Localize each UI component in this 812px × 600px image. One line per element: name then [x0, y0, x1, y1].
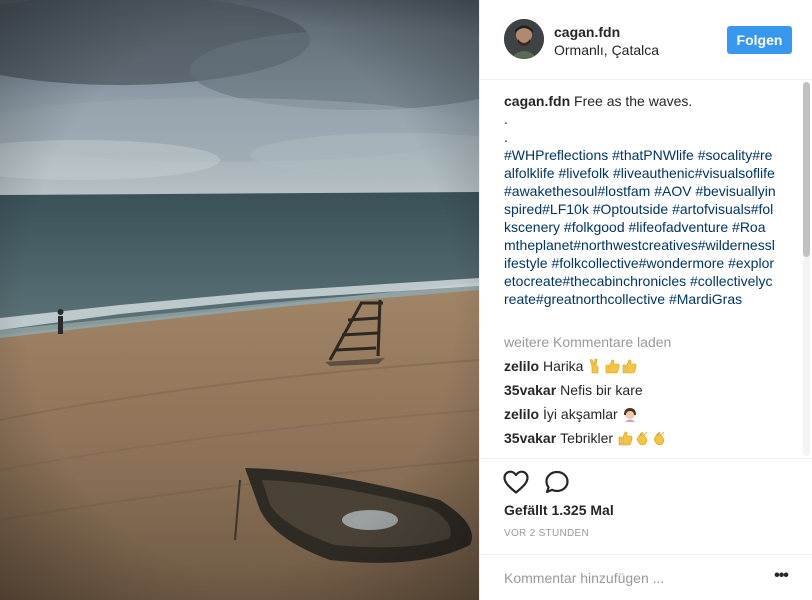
scrollbar-thumb[interactable] — [803, 82, 810, 257]
comment-button[interactable] — [543, 469, 571, 495]
comment-username[interactable]: zelilo — [504, 358, 539, 374]
user-avatar-image — [504, 19, 544, 59]
comment-text: Nefis bir kare — [560, 382, 643, 398]
like-button[interactable] — [502, 469, 530, 495]
comment-text: Harika — [543, 358, 584, 374]
comments-list[interactable]: cagan.fdn Free as the waves. . . #WHPref… — [480, 80, 812, 458]
victory-hand-emoji — [589, 358, 599, 374]
caption-hashtags[interactable]: #WHPreflections #thatPNWlife #socality#r… — [504, 147, 776, 307]
caption-dot: . — [504, 129, 508, 145]
load-more-comments-link[interactable]: weitere Kommentare laden — [504, 334, 671, 350]
speech-bubble-icon — [545, 470, 569, 494]
comment-username[interactable]: zelilo — [504, 406, 539, 422]
beach-photo-image — [0, 0, 479, 600]
post-timestamp[interactable]: VOR 2 STUNDEN — [504, 528, 589, 539]
comment-item: zelilo İyi akşamlar — [504, 405, 784, 423]
avatar[interactable] — [504, 19, 544, 59]
post-caption: cagan.fdn Free as the waves. . . #WHPref… — [504, 92, 776, 308]
comments-scrollbar[interactable] — [803, 82, 810, 456]
caption-dot: . — [504, 111, 508, 127]
post-side-panel: cagan.fdn Ormanlı, Çatalca Folgen cagan.… — [479, 0, 812, 600]
clapping-hands-emoji — [653, 431, 665, 446]
thumbs-up-emoji — [618, 431, 633, 446]
add-comment-bar: ••• — [480, 554, 812, 600]
comment-input[interactable] — [504, 567, 754, 589]
more-options-icon[interactable]: ••• — [770, 567, 792, 587]
heart-outline-icon — [503, 470, 529, 494]
post-header: cagan.fdn Ormanlı, Çatalca Folgen — [480, 0, 812, 80]
comment-username[interactable]: 35vakar — [504, 430, 556, 446]
caption-text: Free as the waves. — [574, 93, 693, 109]
thumbs-up-emoji — [606, 359, 620, 374]
comment-text: İyi akşamlar — [543, 406, 618, 422]
thumbs-up-emoji — [623, 359, 637, 374]
caption-username[interactable]: cagan.fdn — [504, 93, 570, 109]
comment-item: zelilo Harika — [504, 357, 784, 375]
woman-raising-hand-emoji — [623, 408, 636, 422]
comment-text: Tebrikler — [560, 430, 614, 446]
post-location[interactable]: Ormanlı, Çatalca — [554, 42, 659, 58]
post-photo[interactable] — [0, 0, 479, 600]
comment-item: 35vakar Tebrikler — [504, 429, 784, 447]
post-actions: Gefällt 1.325 Mal VOR 2 STUNDEN — [480, 458, 812, 554]
post-username[interactable]: cagan.fdn — [554, 24, 620, 40]
comment-username[interactable]: 35vakar — [504, 382, 556, 398]
comment-item: 35vakar Nefis bir kare — [504, 381, 784, 399]
likes-count[interactable]: Gefällt 1.325 Mal — [504, 502, 614, 518]
clapping-hands-emoji — [636, 431, 648, 446]
follow-button[interactable]: Folgen — [727, 26, 792, 54]
